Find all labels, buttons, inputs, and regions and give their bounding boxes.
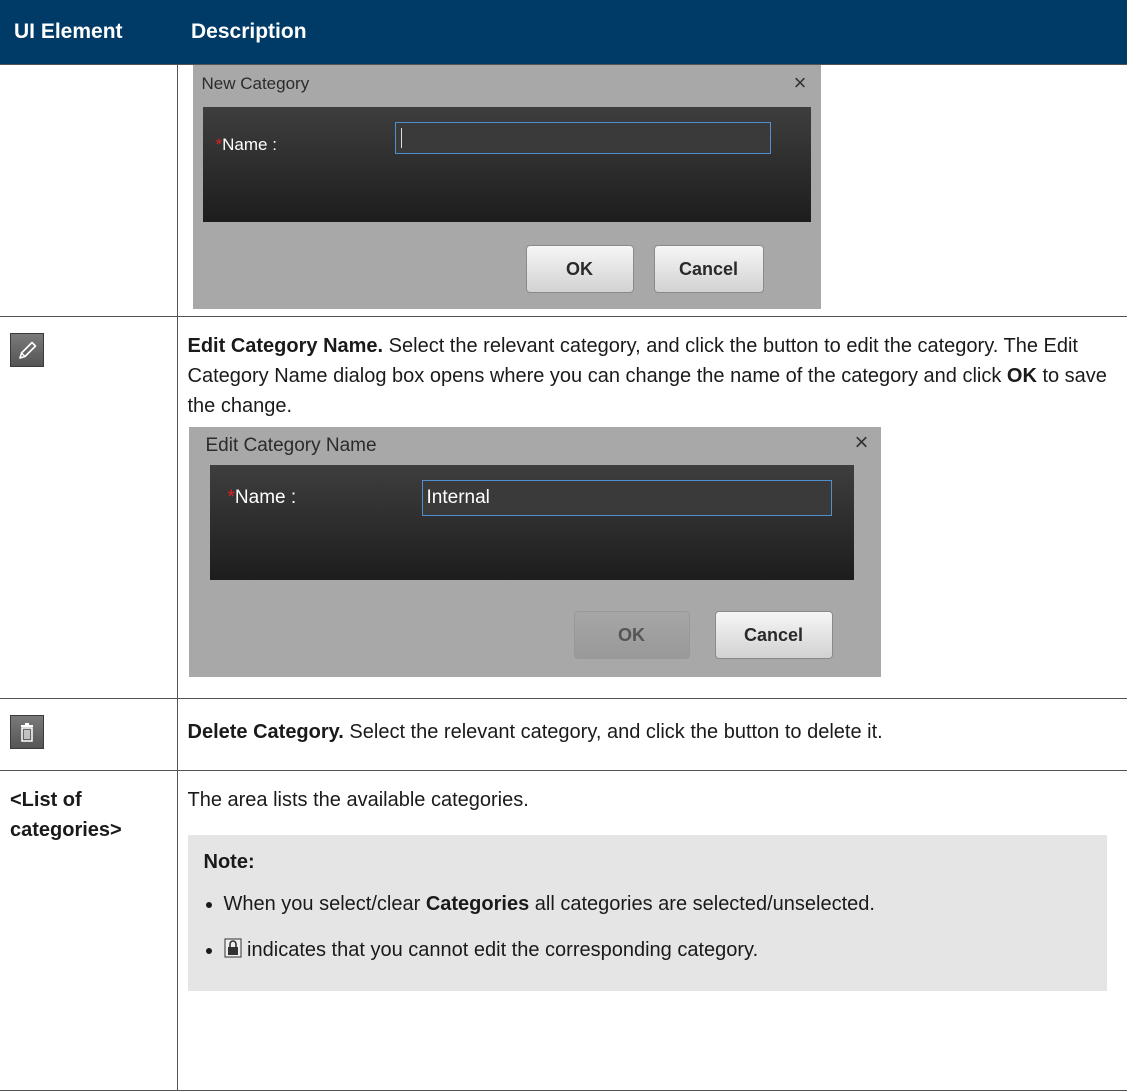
name-label: *Name : bbox=[216, 135, 277, 155]
pencil-edit-icon bbox=[10, 333, 44, 367]
description-cell: The area lists the available categories.… bbox=[176, 770, 1127, 1091]
cancel-button[interactable]: Cancel bbox=[653, 245, 764, 293]
list-item: When you select/clear Categories all cat… bbox=[224, 889, 1092, 919]
table-row: Delete Category. Select the relevant cat… bbox=[0, 698, 1127, 771]
categories-word: Categories bbox=[425, 893, 530, 915]
ui-element-cell bbox=[0, 64, 178, 317]
dialog-title: Edit Category Name bbox=[205, 435, 377, 456]
dialog-title: New Category bbox=[201, 74, 310, 93]
list-description: The area lists the available categories. bbox=[187, 789, 529, 811]
note-text: all categories are selected/unselected. bbox=[529, 893, 875, 915]
note-box: Note: When you select/clear Categories a… bbox=[187, 835, 1107, 991]
dialog-body: *Name : bbox=[202, 107, 811, 222]
name-label-text: Name : bbox=[234, 487, 297, 508]
table-header-row: UI Element Description bbox=[0, 0, 1127, 65]
delete-category-title: Delete Category. bbox=[187, 721, 344, 743]
ok-button[interactable]: OK bbox=[525, 245, 634, 293]
text-caret bbox=[400, 128, 402, 148]
close-icon[interactable]: × bbox=[854, 431, 868, 455]
edit-category-title: Edit Category Name. bbox=[187, 335, 384, 357]
dialog-body: *Name : Internal bbox=[209, 465, 854, 580]
delete-text: Select the relevant category, and click … bbox=[343, 721, 883, 743]
new-category-dialog: New Category × *Name : OK Cancel bbox=[192, 65, 821, 309]
cancel-button[interactable]: Cancel bbox=[714, 611, 833, 659]
header-description: Description bbox=[177, 0, 1127, 65]
name-label: *Name : bbox=[228, 487, 297, 509]
ok-button[interactable]: OK bbox=[573, 611, 690, 659]
description-cell: Delete Category. Select the relevant cat… bbox=[176, 698, 1127, 771]
note-list: When you select/clear Categories all cat… bbox=[204, 889, 1092, 967]
table-row: <List of categories> The area lists the … bbox=[0, 770, 1127, 1091]
edit-category-description: Edit Category Name. Select the relevant … bbox=[188, 331, 1118, 421]
name-input[interactable] bbox=[394, 122, 771, 154]
ui-element-table: UI Element Description New Category × *N… bbox=[0, 0, 1127, 1091]
note-text: When you select/clear bbox=[223, 893, 426, 915]
table-row: New Category × *Name : OK Cancel bbox=[0, 64, 1127, 317]
name-label-text: Name : bbox=[222, 135, 277, 154]
table-row: Edit Category Name. Select the relevant … bbox=[0, 316, 1127, 699]
trash-icon bbox=[10, 715, 44, 749]
ui-element-cell: <List of categories> bbox=[0, 770, 178, 1091]
ui-element-cell bbox=[0, 698, 178, 771]
close-icon[interactable]: × bbox=[794, 71, 807, 95]
delete-category-description: Delete Category. Select the relevant cat… bbox=[188, 717, 1118, 747]
list-of-categories-label: <List of categories> bbox=[10, 789, 122, 841]
description-cell: Edit Category Name. Select the relevant … bbox=[176, 316, 1127, 699]
lock-icon bbox=[224, 937, 242, 967]
note-text: indicates that you cannot edit the corre… bbox=[241, 939, 759, 961]
name-input[interactable]: Internal bbox=[421, 480, 832, 516]
ui-element-cell bbox=[0, 316, 178, 699]
note-title: Note: bbox=[203, 851, 255, 873]
edit-category-name-dialog: Edit Category Name × *Name : Internal OK… bbox=[188, 427, 881, 677]
required-mark: * bbox=[227, 487, 235, 508]
ok-word: OK bbox=[1006, 365, 1037, 387]
list-item: indicates that you cannot edit the corre… bbox=[224, 935, 1092, 967]
header-ui-element: UI Element bbox=[0, 0, 177, 65]
description-cell: New Category × *Name : OK Cancel bbox=[176, 64, 1127, 317]
